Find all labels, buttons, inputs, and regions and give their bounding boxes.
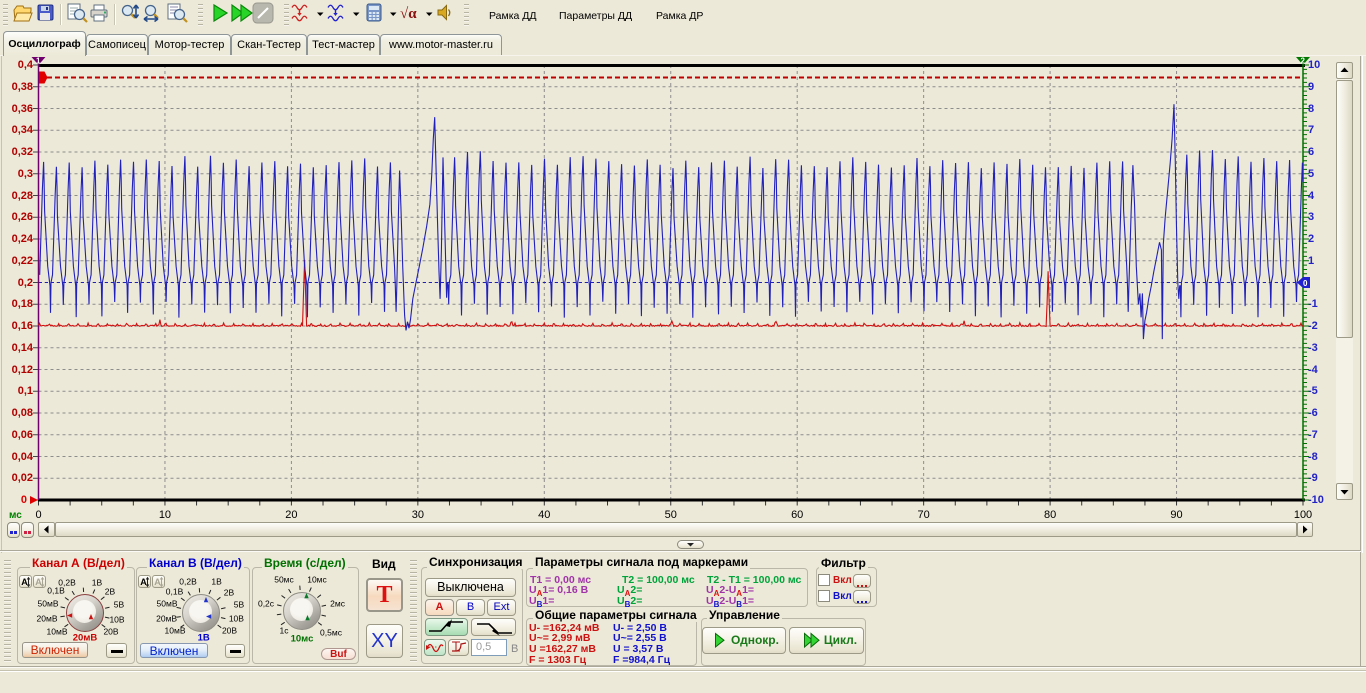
svg-text:2: 2 [1301,57,1306,66]
svg-text:0: 0 [1303,279,1308,288]
svg-text:1: 1 [36,57,41,66]
